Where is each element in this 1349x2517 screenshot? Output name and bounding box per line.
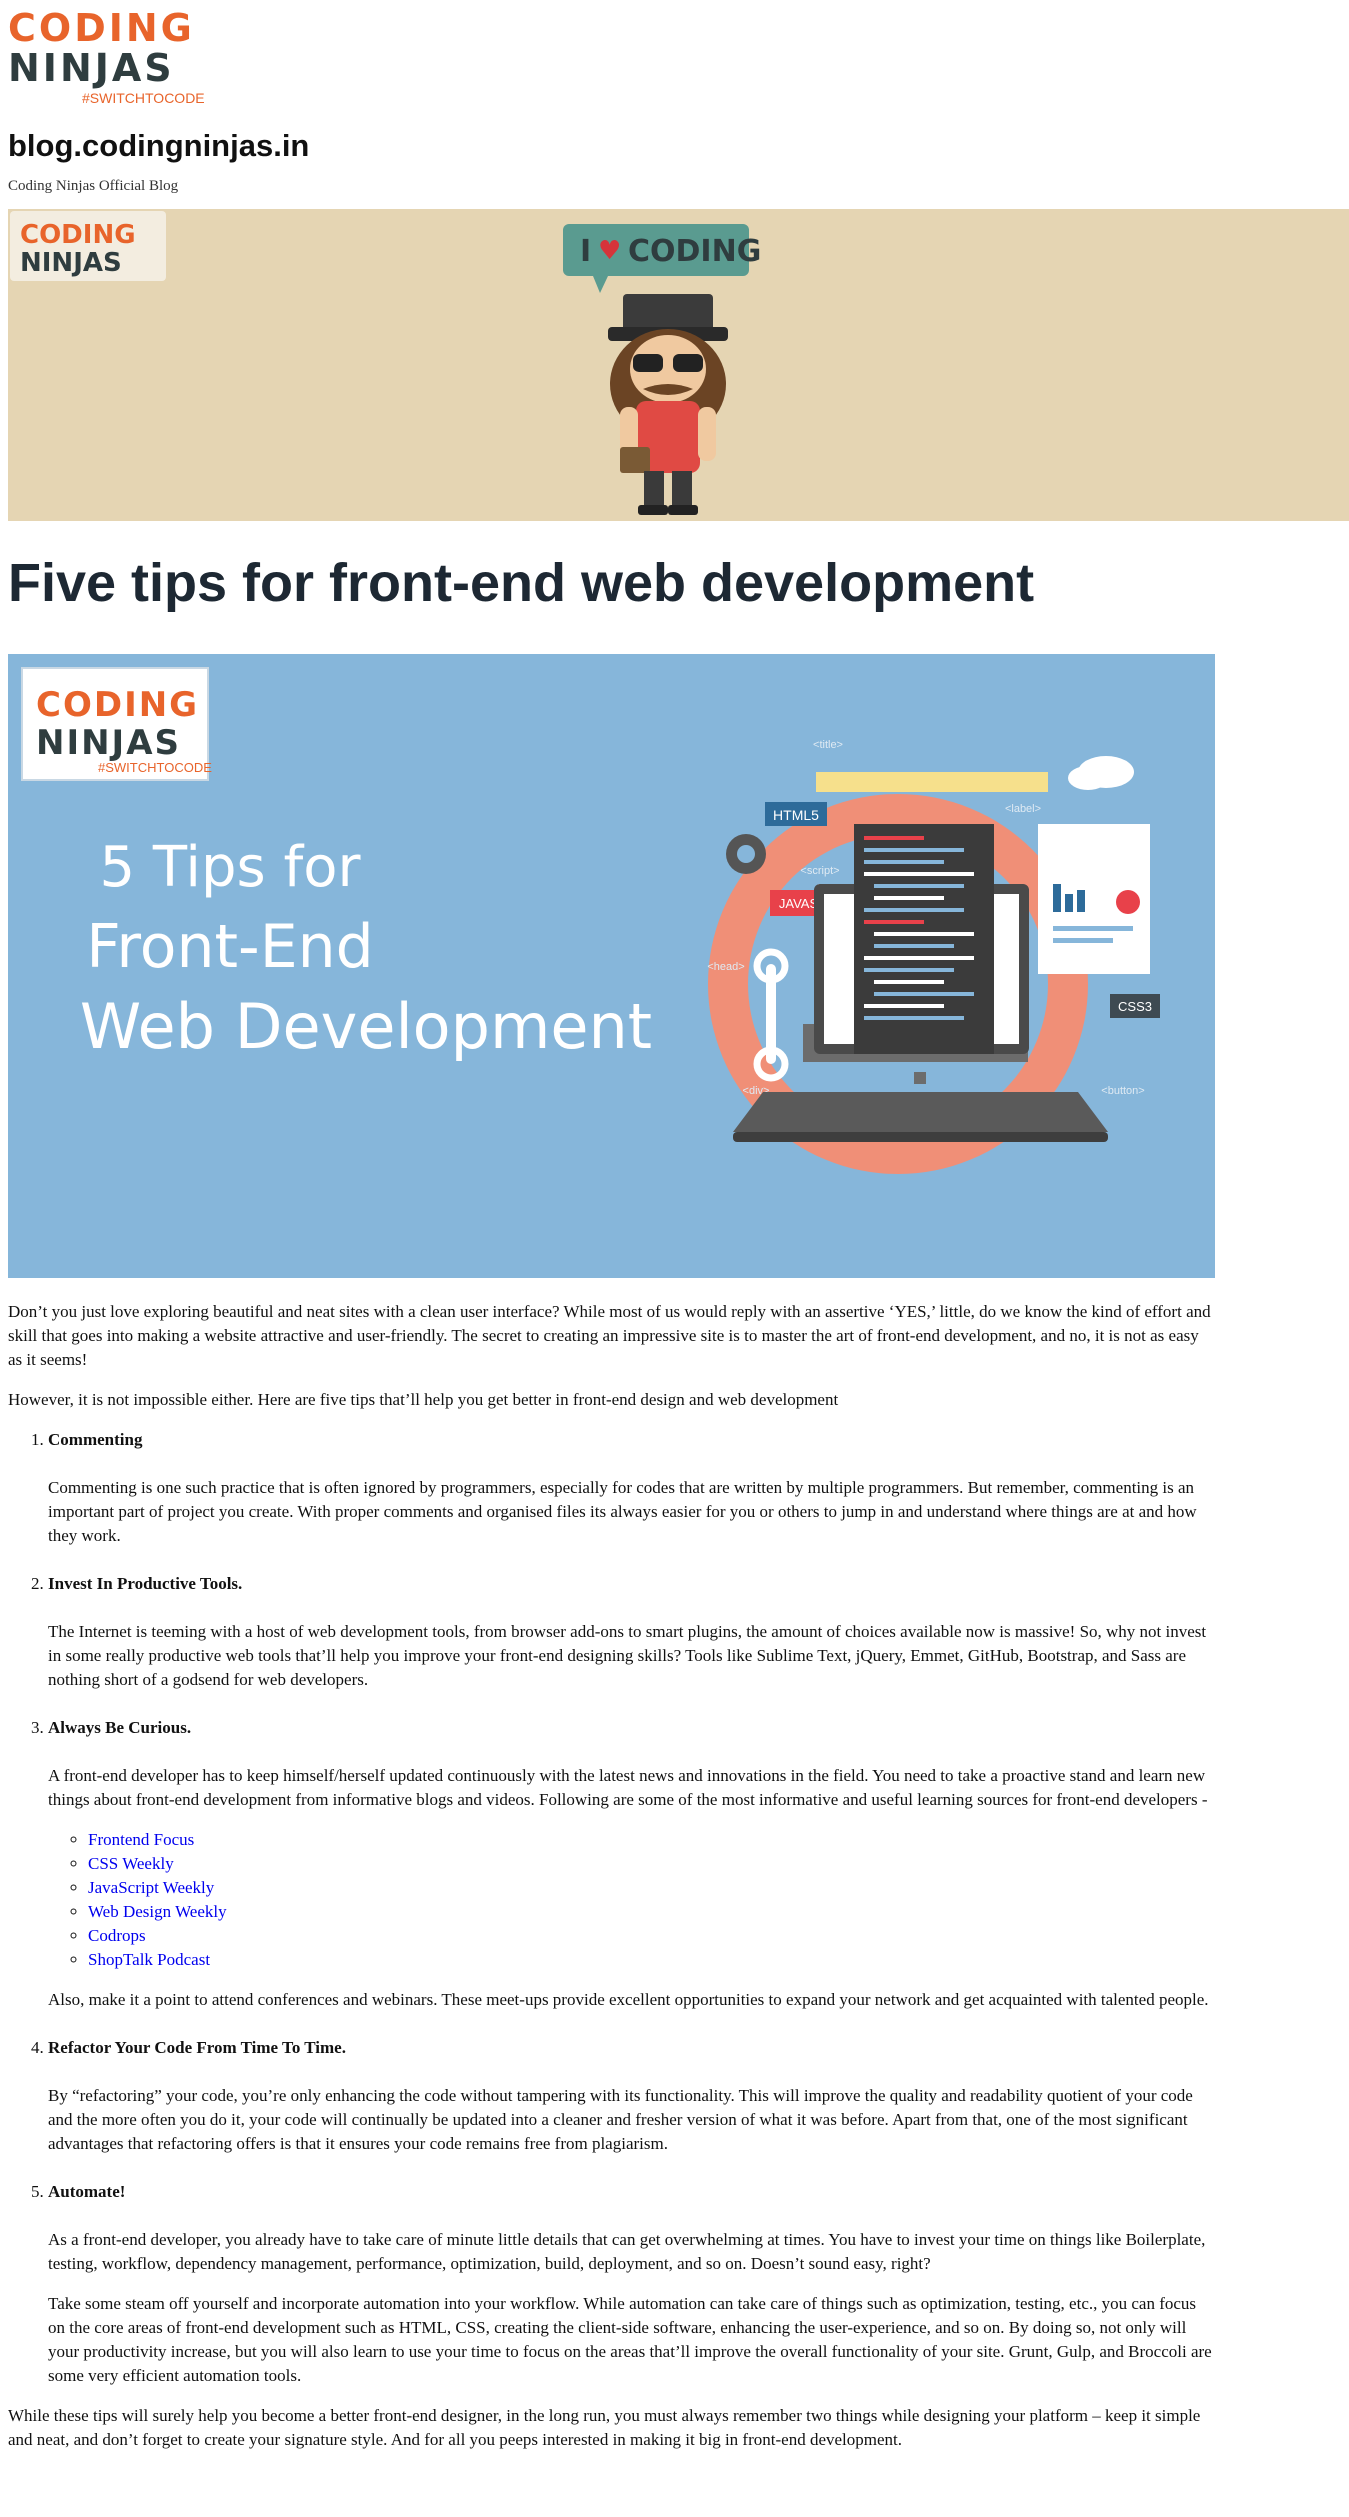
tips-list: Commenting Commenting is one such practi… (8, 1428, 1213, 2388)
article-content: Don’t you just love exploring beautiful … (8, 1300, 1213, 2468)
site-header: CODING NINJAS #SWITCHTOCODE blog.codingn… (0, 0, 1349, 195)
head-tag-label: <head> (707, 961, 744, 973)
list-item: Codrops (88, 1924, 1213, 1948)
intro-paragraph-2: However, it is not impossible either. He… (8, 1390, 839, 1409)
hero-logo-top: CODING (36, 685, 199, 725)
list-item: CSS Weekly (88, 1852, 1213, 1876)
closing-paragraph: While these tips will surely help you be… (8, 2406, 1201, 2449)
tip-heading: Always Be Curious. (48, 1718, 192, 1737)
tip-item: Commenting Commenting is one such practi… (48, 1428, 1213, 1548)
article-hero-image: CODING NINJAS #SWITCHTOCODE 5 Tips for F… (8, 654, 1215, 1278)
learning-sources-list: Frontend Focus CSS Weekly JavaScript Wee… (48, 1828, 1213, 1972)
logo-wordmark-top: CODING (8, 8, 218, 48)
logo-tagline: #SWITCHTOCODE (82, 90, 205, 106)
hero-illustration: CODING NINJAS #SWITCHTOCODE 5 Tips for F… (21, 667, 1160, 1174)
ruler-icon (816, 772, 1048, 792)
tip-item: Automate! As a front-end developer, you … (48, 2180, 1213, 2388)
source-link-shoptalk-podcast[interactable]: ShopTalk Podcast (88, 1950, 210, 1969)
header-banner-image: CODING NINJAS I ♥ CODING (8, 209, 1349, 521)
hero-logo-tagline: #SWITCHTOCODE (98, 760, 212, 775)
list-item: ShopTalk Podcast (88, 1948, 1213, 1972)
tip-heading: Invest In Productive Tools. (48, 1574, 243, 1593)
logo-wordmark-bottom: NINJAS (8, 48, 218, 88)
tip-heading: Automate! (48, 2182, 126, 2201)
hero-headline-line2: Front-End (86, 912, 373, 982)
label-tag-label: <label> (1005, 803, 1041, 815)
list-item: Frontend Focus (88, 1828, 1213, 1852)
site-description: Coding Ninjas Official Blog (8, 178, 179, 194)
banner-character-illustration: I ♥ CODING (563, 224, 761, 515)
sign-text-coding: CODING (628, 234, 761, 269)
hero-headline-line3: Web Development (80, 990, 652, 1063)
source-link-web-design-weekly[interactable]: Web Design Weekly (88, 1902, 227, 1921)
tip-body: A front-end developer has to keep himsel… (48, 1766, 1208, 1809)
tip-body-2: Take some steam off yourself and incorpo… (48, 2294, 1212, 2385)
title-tag-label: <title> (813, 739, 843, 751)
tip-item: Refactor Your Code From Time To Time. By… (48, 2036, 1213, 2156)
site-logo[interactable]: CODING NINJAS #SWITCHTOCODE (8, 8, 218, 108)
source-link-css-weekly[interactable]: CSS Weekly (88, 1854, 174, 1873)
tip-item: Always Be Curious. A front-end developer… (48, 1716, 1213, 2012)
source-link-javascript-weekly[interactable]: JavaScript Weekly (88, 1878, 214, 1897)
article-title: Five tips for front-end web development (8, 553, 1035, 613)
tip-body: The Internet is teeming with a host of w… (48, 1622, 1207, 1689)
logo-wordmark-bottom-text: NINJAS (8, 46, 175, 90)
list-item: Web Design Weekly (88, 1900, 1213, 1924)
source-link-codrops[interactable]: Codrops (88, 1926, 146, 1945)
svg-text:CSS3: CSS3 (1118, 999, 1152, 1014)
tip-heading: Commenting (48, 1430, 143, 1449)
source-link-frontend-focus[interactable]: Frontend Focus (88, 1830, 194, 1849)
sign-text-i: I (580, 234, 591, 269)
heart-icon: ♥ (598, 236, 621, 266)
intro-paragraph-1: Don’t you just love exploring beautiful … (8, 1302, 1211, 1369)
logo-wordmark-top-text: CODING (8, 6, 195, 50)
site-title[interactable]: blog.codingninjas.in (8, 128, 1341, 164)
svg-text:HTML5: HTML5 (773, 807, 819, 823)
tip-body: As a front-end developer, you already ha… (48, 2230, 1206, 2273)
hero-logo-bottom: NINJAS (36, 723, 181, 763)
tip-body: Commenting is one such practice that is … (48, 1478, 1197, 1545)
tip-body: By “refactoring” your code, you’re only … (48, 2086, 1193, 2153)
tip-item: Invest In Productive Tools. The Internet… (48, 1572, 1213, 1692)
button-tag-label: <button> (1101, 1085, 1144, 1097)
tip-body-after: Also, make it a point to attend conferen… (48, 1990, 1209, 2009)
script-tag-label: <script> (800, 865, 839, 877)
hero-headline-line1: 5 Tips for (100, 835, 362, 900)
tip-heading: Refactor Your Code From Time To Time. (48, 2038, 346, 2057)
list-item: JavaScript Weekly (88, 1876, 1213, 1900)
